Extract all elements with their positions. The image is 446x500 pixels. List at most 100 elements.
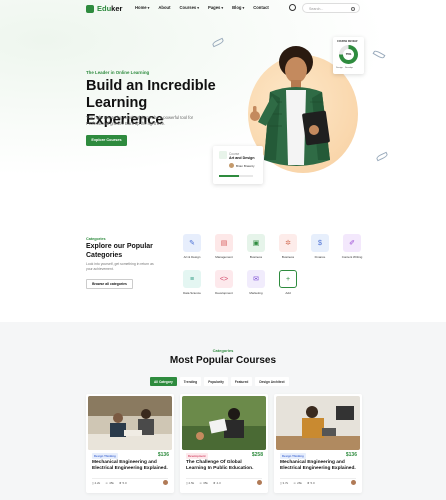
categories-description: Look into yourself, get something in ret… [86,262,154,271]
course-card-title: Art and Design [229,156,255,160]
donut-percent: 75% [345,52,352,56]
course-category-badge[interactable]: Development [186,453,208,460]
category-item[interactable]: ✐ Content Writing [340,234,364,262]
category-label: Business [249,255,263,259]
dollar-icon: $ [311,234,329,252]
legend-item: Design [336,67,343,69]
filter-tab[interactable]: Popularity [204,377,228,386]
course-image[interactable] [88,396,172,450]
nav-item-about[interactable]: About [158,5,170,10]
category-grid: ✎ Art & Design ▤ Management ▣ Business ✲ Busine… [180,234,362,298]
category-label: Business [281,255,295,259]
course-image[interactable] [182,396,266,450]
category-item[interactable]: $ Finance [308,234,332,262]
user-icon[interactable] [289,4,296,11]
review-legend: Design Develop [336,67,353,69]
logo[interactable]: Eduker [86,4,122,13]
category-item[interactable]: ▤ Management [212,234,236,262]
avatar [257,480,262,485]
course-title[interactable]: The Challenge Of Global Learning In Publ… [186,460,262,472]
avatar [229,163,234,168]
course-price: $258 [251,452,263,458]
nav-label: Courses [179,5,197,10]
pen-icon: ✐ [343,234,361,252]
course-progress-bar [219,175,253,177]
course-card[interactable]: Design Thinking $136 Mechanical Engineerin… [86,394,174,493]
chevron-down-icon: ▾ [221,5,224,10]
chart-icon: ▤ [215,234,233,252]
category-label: Marketing [249,291,263,295]
filter-tab[interactable]: Featured [230,377,253,386]
category-item[interactable]: ✲ Business [276,234,300,262]
logo-icon [86,4,94,13]
category-label: Finance [314,255,326,259]
category-item[interactable]: ✉ Marketing [244,270,268,298]
search-input[interactable]: Search... [302,3,360,13]
featured-course-card[interactable]: Course Art and Design Brian Brawnly [213,146,263,184]
legend-item: Develop [344,67,353,69]
course-meta: ▯ 3.7k ☺ 26k ★ 5.0 [280,481,315,485]
book-icon [219,151,227,159]
filter-tab[interactable]: Design Architect [255,377,289,386]
filter-tab[interactable]: All Category [150,377,177,386]
rating-stat: ★ 4.3 [212,481,221,485]
explore-courses-button[interactable]: Explore Courses [86,135,127,146]
category-item[interactable]: + Add [276,270,300,298]
nav-label: About [158,5,171,10]
nav-label: Contact [253,5,269,10]
filter-tab[interactable]: Trending [179,377,202,386]
plus-icon: + [279,270,297,288]
course-image[interactable] [276,396,360,450]
main-nav: Home ▾ About Courses ▾ Pages ▾ Blog ▾ Contact [135,5,269,10]
course-card[interactable]: Design Thinking $136 Mechanical Engineerin… [274,394,362,493]
logo-text: Eduker [97,4,123,13]
categories-tag: Categories [86,237,106,241]
course-title[interactable]: Mechanical Engineering and Electrical En… [92,460,168,472]
course-category-badge[interactable]: Design Thinking [92,453,118,460]
divider [186,478,262,479]
palette-icon: ✎ [183,234,201,252]
lessons-stat: ▯ 4.2k [92,481,101,485]
course-category-badge[interactable]: Design Thinking [280,453,306,460]
course-review-card: COURSE REVIEW 75% Design Develop [333,37,364,74]
course-title[interactable]: Mechanical Engineering and Electrical En… [280,460,356,472]
course-price: $136 [345,452,357,458]
chevron-down-icon: ▾ [147,5,150,10]
avatar [163,480,168,485]
nav-item-courses[interactable]: Courses ▾ [180,5,200,10]
category-label: Data Science [183,291,201,295]
lessons-stat: ▯ 2.5k [186,481,195,485]
hero-description: The right mentoring relationship can be … [86,115,194,126]
category-label: Development [215,291,233,295]
review-title: COURSE REVIEW [337,40,358,43]
category-label: Content Writing [341,255,363,259]
category-item[interactable]: ▣ Business [244,234,268,262]
category-label: Management [215,255,233,259]
search-icon[interactable] [351,6,355,11]
rating-stat: ★ 5.0 [306,481,315,485]
course-meta: ▯ 4.2k ☺ 45k ★ 5.0 [92,481,127,485]
database-icon: ≡ [183,270,201,288]
course-filter-tabs: All Category Trending Popularity Featured De… [150,377,289,386]
students-stat: ☺ 35k [199,481,208,485]
category-item[interactable]: ≡ Data Science [180,270,204,298]
nav-item-pages[interactable]: Pages ▾ [208,5,223,10]
students-stat: ☺ 26k [293,481,302,485]
nav-label: Pages [208,5,221,10]
gears-icon: ✲ [279,234,297,252]
course-price: $136 [157,452,169,458]
browse-categories-button[interactable]: Browse all categories [86,279,133,289]
nav-label: Home [135,5,147,10]
megaphone-icon: ✉ [247,270,265,288]
nav-label: Blog [232,5,242,10]
nav-item-blog[interactable]: Blog ▾ [232,5,244,10]
course-card[interactable]: Development $258 The Challenge Of Global L… [180,394,268,493]
category-item[interactable]: ✎ Art & Design [180,234,204,262]
category-item[interactable]: <> Development [212,270,236,298]
chevron-down-icon: ▾ [197,5,200,10]
nav-item-contact[interactable]: Contact [253,5,269,10]
course-meta: ▯ 2.5k ☺ 35k ★ 4.3 [186,481,221,485]
chevron-down-icon: ▾ [242,5,245,10]
popular-tag: Categories [212,348,234,353]
nav-item-home[interactable]: Home ▾ [135,5,149,10]
